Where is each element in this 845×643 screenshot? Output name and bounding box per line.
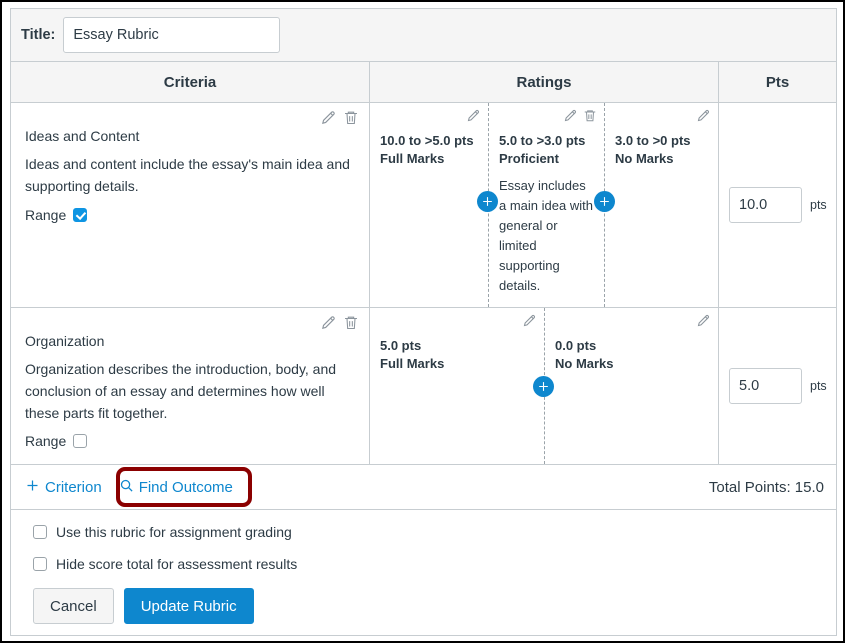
- rubric-editor-screen: Title: Criteria Ratings Pts: [0, 0, 845, 643]
- table-row: Ideas and Content Ideas and content incl…: [11, 103, 836, 308]
- rating-title: Full Marks: [380, 355, 534, 373]
- find-outcome-label: Find Outcome: [139, 479, 233, 496]
- criterion-description: Ideas and content include the essay's ma…: [25, 154, 355, 197]
- pencil-icon[interactable]: [522, 313, 537, 328]
- criterion-cell: Organization Organization describes the …: [11, 308, 370, 464]
- rating-points: 3.0 to >0 pts: [615, 132, 708, 150]
- assignment-grading-checkbox[interactable]: [33, 525, 47, 539]
- find-outcome-button[interactable]: Find Outcome: [119, 478, 233, 497]
- plus-icon: [25, 478, 40, 497]
- rating-points: 0.0 pts: [555, 337, 708, 355]
- header-criteria: Criteria: [11, 62, 370, 102]
- rating-item: 3.0 to >0 pts No Marks: [604, 103, 718, 307]
- rating-points: 5.0 pts: [380, 337, 534, 355]
- trash-icon[interactable]: [343, 314, 359, 331]
- pencil-icon[interactable]: [466, 108, 481, 123]
- header-ratings: Ratings: [370, 62, 719, 102]
- pencil-icon[interactable]: [320, 109, 337, 126]
- update-rubric-button[interactable]: Update Rubric: [124, 588, 254, 624]
- ratings-cell: 10.0 to >5.0 pts Full Marks: [370, 103, 719, 307]
- pencil-icon[interactable]: [696, 313, 711, 328]
- range-toggle-row: Range: [25, 207, 355, 223]
- range-checkbox[interactable]: [73, 208, 87, 222]
- add-criterion-label: Criterion: [45, 479, 102, 496]
- range-label: Range: [25, 433, 66, 449]
- hide-score-total-label: Hide score total for assessment results: [56, 556, 297, 572]
- assignment-grading-label: Use this rubric for assignment grading: [56, 524, 292, 540]
- rating-title: Proficient: [499, 150, 594, 168]
- rating-title: No Marks: [555, 355, 708, 373]
- criterion-actions: [320, 109, 359, 126]
- points-cell: pts: [719, 103, 836, 307]
- rubric-actions-row: Criterion Find Outcome Total Points: 15.…: [11, 465, 836, 510]
- criterion-cell: Ideas and Content Ideas and content incl…: [11, 103, 370, 307]
- rating-points: 10.0 to >5.0 pts: [380, 132, 478, 150]
- rating-points: 5.0 to >3.0 pts: [499, 132, 594, 150]
- criterion-description: Organization describes the introduction,…: [25, 359, 355, 424]
- rating-title: No Marks: [615, 150, 708, 168]
- rating-actions: [522, 313, 537, 328]
- total-points-label: Total Points: 15.0: [709, 479, 824, 496]
- title-bar: Title:: [11, 9, 836, 62]
- rating-title: Full Marks: [380, 150, 478, 168]
- add-rating-button[interactable]: [533, 376, 554, 397]
- points-cell: pts: [719, 308, 836, 464]
- option-hide-score-total[interactable]: Hide score total for assessment results: [33, 556, 836, 572]
- rubric-title-input[interactable]: [63, 17, 280, 53]
- hide-score-total-checkbox[interactable]: [33, 557, 47, 571]
- rating-item: 5.0 pts Full Marks: [370, 308, 544, 464]
- header-pts: Pts: [719, 62, 836, 102]
- criterion-name: Ideas and Content: [25, 127, 355, 145]
- trash-icon[interactable]: [583, 108, 597, 123]
- pencil-icon[interactable]: [696, 108, 711, 123]
- rating-item: 0.0 pts No Marks: [544, 308, 718, 464]
- footer-buttons: Cancel Update Rubric: [33, 588, 836, 624]
- range-label: Range: [25, 207, 66, 223]
- rating-actions: [696, 108, 711, 123]
- add-criterion-button[interactable]: Criterion: [25, 478, 102, 497]
- rating-description: Essay includes a main idea with general …: [499, 176, 594, 297]
- rating-item: 5.0 to >3.0 pts Proficient Essay include…: [488, 103, 604, 307]
- add-rating-button[interactable]: [594, 191, 615, 212]
- rubric-table-header: Criteria Ratings Pts: [11, 62, 836, 103]
- trash-icon[interactable]: [343, 109, 359, 126]
- rating-actions: [696, 313, 711, 328]
- pencil-icon[interactable]: [320, 314, 337, 331]
- option-assignment-grading[interactable]: Use this rubric for assignment grading: [33, 524, 836, 540]
- points-unit: pts: [810, 198, 827, 212]
- criterion-points-input[interactable]: [729, 368, 802, 404]
- cancel-button[interactable]: Cancel: [33, 588, 114, 624]
- rubric-footer: Use this rubric for assignment grading H…: [11, 510, 836, 624]
- ratings-cell: 5.0 pts Full Marks 0.0 pts No Marks: [370, 308, 719, 464]
- criterion-actions: [320, 314, 359, 331]
- points-unit: pts: [810, 379, 827, 393]
- title-label: Title:: [21, 27, 55, 43]
- rubric-panel: Title: Criteria Ratings Pts: [10, 8, 837, 636]
- range-toggle-row: Range: [25, 433, 355, 449]
- add-rating-button[interactable]: [477, 191, 498, 212]
- criterion-name: Organization: [25, 332, 355, 350]
- search-icon: [119, 478, 134, 497]
- table-row: Organization Organization describes the …: [11, 308, 836, 465]
- criterion-points-input[interactable]: [729, 187, 802, 223]
- rating-actions: [563, 108, 597, 123]
- range-checkbox[interactable]: [73, 434, 87, 448]
- pencil-icon[interactable]: [563, 108, 578, 123]
- rating-item: 10.0 to >5.0 pts Full Marks: [370, 103, 488, 307]
- rating-actions: [466, 108, 481, 123]
